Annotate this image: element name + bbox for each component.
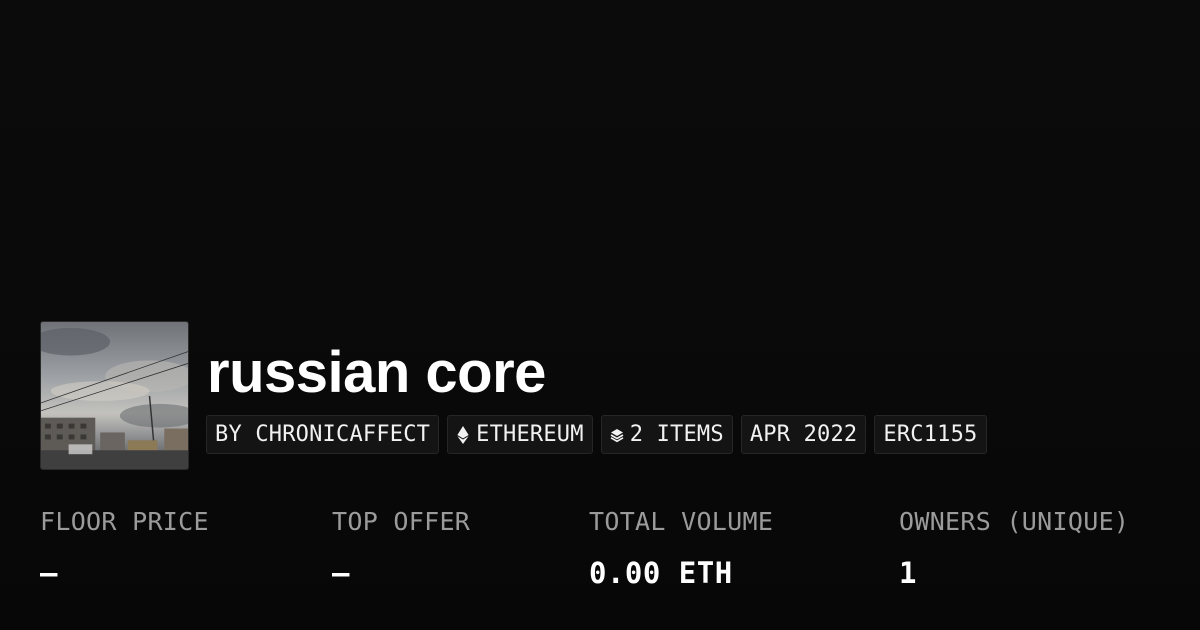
token-standard-tag[interactable]: ERC1155 <box>874 415 987 454</box>
stat-top-offer: TOP OFFER – <box>332 505 470 590</box>
collection-title: russian core <box>207 340 546 405</box>
ethereum-icon <box>456 425 470 444</box>
creator-tag[interactable]: BY CHRONICAFFECT <box>206 415 440 454</box>
top-offer-value: – <box>332 556 350 590</box>
floor-price-label: FLOOR PRICE <box>40 507 209 536</box>
stat-owners: OWNERS (UNIQUE) 1 <box>899 505 1129 590</box>
stat-floor-price: FLOOR PRICE – <box>40 505 209 590</box>
floor-price-value: – <box>40 556 58 590</box>
created-date-label: APR 2022 <box>749 422 858 447</box>
collection-image <box>41 322 188 469</box>
total-volume-label: TOTAL VOLUME <box>589 507 774 536</box>
items-count-label: 2 ITEMS <box>629 422 724 447</box>
items-count-tag[interactable]: 2 ITEMS <box>600 415 733 454</box>
total-volume-value: 0.00 ETH <box>589 556 733 590</box>
owners-label: OWNERS (UNIQUE) <box>899 507 1130 536</box>
creator-label: BY CHRONICAFFECT <box>215 422 431 447</box>
owners-value: 1 <box>899 556 917 590</box>
collection-thumbnail <box>40 321 189 470</box>
top-offer-label: TOP OFFER <box>332 507 471 536</box>
stat-total-volume: TOTAL VOLUME 0.00 ETH <box>589 505 773 590</box>
layers-icon <box>610 426 624 444</box>
chain-tag[interactable]: ETHEREUM <box>447 415 593 454</box>
created-date-tag[interactable]: APR 2022 <box>740 415 867 454</box>
collection-meta-tags: BY CHRONICAFFECT ETHEREUM 2 ITEMS APR 20… <box>206 415 987 454</box>
chain-label: ETHEREUM <box>476 422 584 447</box>
token-standard-label: ERC1155 <box>883 422 978 447</box>
